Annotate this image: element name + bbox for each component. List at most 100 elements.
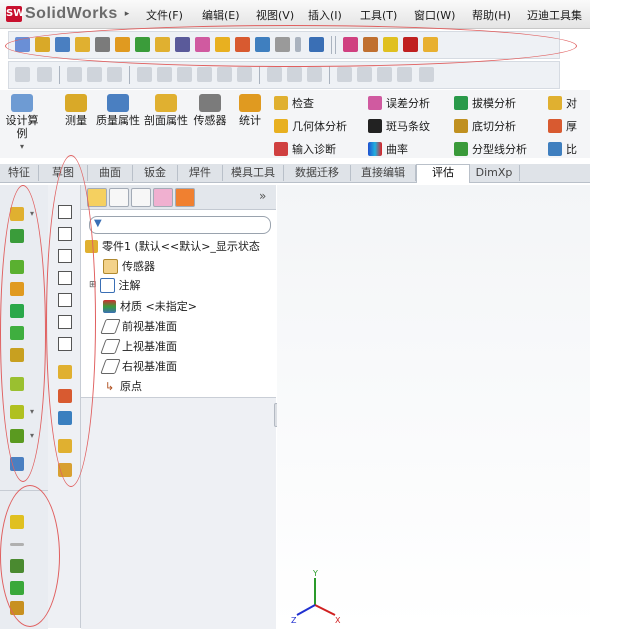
pattern-icon[interactable] (10, 377, 24, 391)
compare-icon[interactable] (255, 37, 270, 52)
graphics-area[interactable]: Y X Z (277, 185, 590, 628)
undercut-analysis-button[interactable]: 底切分析 (454, 117, 516, 135)
configuration-manager-tab-icon[interactable] (131, 188, 151, 207)
zebra-stripes-icon[interactable] (343, 37, 358, 52)
menu-edit[interactable]: 编辑(E) (202, 7, 240, 23)
draft-analysis-button[interactable]: 拔模分析 (454, 94, 516, 112)
bottom-view-icon[interactable] (58, 315, 72, 329)
front-view-icon[interactable] (58, 205, 72, 219)
import-diagnostics-button[interactable]: 输入诊断 (274, 140, 336, 158)
tab-dimxpert[interactable]: DimXp (469, 165, 520, 181)
dimxpert-tab-icon[interactable] (153, 188, 173, 207)
symmetry-check-icon[interactable] (403, 37, 418, 52)
sum-icon[interactable] (175, 37, 190, 52)
dropdown-icon[interactable]: ▾ (30, 431, 34, 440)
sensor-button[interactable]: 传感器 (190, 94, 230, 127)
curvature-icon[interactable] (275, 37, 290, 52)
measure-icon[interactable] (35, 37, 50, 52)
thickness-analysis-button[interactable]: 厚 (548, 117, 577, 135)
sketch-icon[interactable] (58, 365, 72, 379)
display-manager-tab-icon[interactable] (175, 188, 195, 207)
compare-button[interactable]: 比 (548, 140, 577, 158)
undercut-analysis-icon[interactable] (363, 37, 378, 52)
logo-dropdown-icon[interactable]: ▸ (125, 9, 130, 19)
isometric-view-icon[interactable] (58, 337, 72, 351)
section-properties-button[interactable]: 剖面属性 (144, 94, 188, 127)
draft-analysis-icon[interactable] (215, 37, 230, 52)
revolve-boss-icon[interactable] (10, 229, 24, 243)
mass-properties-button[interactable]: 质量属性 (96, 94, 140, 127)
tab-sheet-metal[interactable]: 钣金 (133, 165, 178, 181)
solidworks-logo[interactable]: SW SolidWorks ▸ (6, 5, 129, 23)
boundary-icon[interactable] (10, 304, 24, 318)
menu-insert[interactable]: 插入(I) (308, 7, 342, 23)
curve-icon[interactable] (10, 429, 24, 443)
statistics-icon[interactable] (115, 37, 130, 52)
tree-item-annotations[interactable]: ⊞ 注解 (89, 276, 141, 294)
zebra-stripes-button[interactable]: 斑马条纹 (368, 117, 430, 135)
menu-view[interactable]: 视图(V) (256, 7, 294, 23)
geometry-analysis-button[interactable]: 几何体分析 (274, 117, 347, 135)
instant3d-icon[interactable] (10, 457, 24, 471)
hole-icon[interactable] (10, 348, 24, 362)
dropdown-icon[interactable]: ▾ (30, 209, 34, 218)
point-icon[interactable] (10, 581, 24, 595)
sensor-icon[interactable] (95, 37, 110, 52)
tree-item-right-plane[interactable]: 右视基准面 (100, 357, 177, 375)
tree-item-origin[interactable]: ↳ 原点 (103, 377, 142, 395)
right-view-icon[interactable] (58, 271, 72, 285)
menu-tools[interactable]: 工具(T) (360, 7, 397, 23)
tree-item-sensors[interactable]: 传感器 (103, 257, 155, 275)
import-diagnostics-icon[interactable] (309, 37, 324, 52)
measure-button[interactable]: 测量 (60, 94, 92, 127)
dropdown-icon[interactable]: ▾ (30, 407, 34, 416)
tab-weldments[interactable]: 焊件 (178, 165, 223, 181)
display-state-icon[interactable] (58, 439, 72, 453)
tab-surfaces[interactable]: 曲面 (88, 165, 133, 181)
tab-direct-editing[interactable]: 直接编辑 (351, 165, 416, 181)
left-view-icon[interactable] (58, 249, 72, 263)
property-manager-tab-icon[interactable] (109, 188, 129, 207)
thickness-icon[interactable] (235, 37, 250, 52)
reference-plane-icon[interactable] (10, 515, 24, 529)
symmetry-check-button[interactable]: 对 (548, 94, 577, 112)
top-view-icon[interactable] (58, 293, 72, 307)
design-study-button[interactable]: 设计算例 ▾ (4, 94, 40, 153)
toolbar-dropdown-icon[interactable] (295, 37, 301, 52)
mate-reference-icon[interactable] (10, 601, 24, 615)
parting-line-analysis-icon[interactable] (383, 37, 398, 52)
tab-sketch[interactable]: 草图 (39, 165, 88, 181)
geometry-analysis-icon[interactable] (155, 37, 170, 52)
axis-icon[interactable] (10, 543, 24, 546)
feature-tree-tab-icon[interactable] (87, 188, 107, 207)
tree-root[interactable]: 零件1 (默认<<默认>_显示状态 (85, 237, 260, 255)
menu-maidi-tools[interactable]: 迈迪工具集 (527, 7, 587, 23)
section-properties-icon[interactable] (75, 37, 90, 52)
tab-evaluate[interactable]: 评估 (416, 164, 470, 183)
menu-window[interactable]: 窗口(W) (414, 7, 455, 23)
expand-icon[interactable]: ⊞ (89, 280, 97, 290)
mass-properties-icon[interactable] (55, 37, 70, 52)
design-study-dropdown-icon[interactable]: ▾ (4, 140, 40, 153)
tab-data-migration[interactable]: 数据迁移 (284, 165, 351, 181)
deviation-analysis-icon[interactable] (195, 37, 210, 52)
spell-check-icon[interactable] (15, 37, 30, 52)
check-button[interactable]: 检查 (274, 94, 314, 112)
tree-filter-input[interactable]: ▼ (89, 216, 271, 234)
menu-file[interactable]: 文件(F) (146, 7, 183, 23)
menu-help[interactable]: 帮助(H) (472, 7, 511, 23)
parting-line-analysis-button[interactable]: 分型线分析 (454, 140, 527, 158)
appearance-icon[interactable] (58, 463, 72, 477)
curvature-button[interactable]: 曲率 (368, 140, 408, 158)
cut-icon[interactable] (10, 326, 24, 340)
tree-item-top-plane[interactable]: 上视基准面 (100, 337, 177, 355)
fillet-icon[interactable] (10, 405, 24, 419)
tab-mold-tools[interactable]: 模具工具 (223, 165, 284, 181)
relations-icon[interactable] (58, 411, 72, 425)
extrude-boss-icon[interactable] (10, 207, 24, 221)
loft-icon[interactable] (10, 282, 24, 296)
settings-icon[interactable] (423, 37, 438, 52)
statistics-button[interactable]: 统计 (234, 94, 266, 127)
back-view-icon[interactable] (58, 227, 72, 241)
smart-dimension-icon[interactable] (58, 389, 72, 403)
